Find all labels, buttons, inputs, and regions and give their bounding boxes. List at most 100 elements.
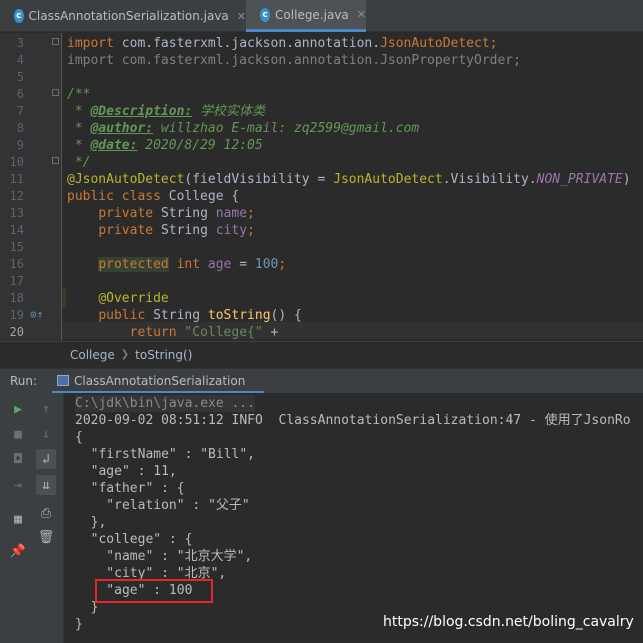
code-token: 100 [254, 257, 279, 272]
fold-marker-icon[interactable] [52, 38, 59, 45]
code-token: "College{" [184, 325, 263, 340]
tab-class-annotation-serialization[interactable]: c ClassAnnotationSerialization.java ✕ [0, 0, 246, 32]
code-line: import com.fasterxml.jackson.annotation.… [67, 35, 497, 52]
print-icon[interactable]: ⎙ [36, 503, 56, 523]
camera-icon[interactable]: ◘ [8, 449, 28, 469]
console-output[interactable]: C:\jdk\bin\java.exe ... 2020-09-02 08:51… [64, 393, 643, 643]
code-line: * @author: willzhao E-mail: zq2599@gmail… [67, 120, 419, 137]
override-method-icon[interactable]: ⊙↑ [30, 308, 43, 321]
code-line: /** [67, 86, 90, 103]
code-token: @Description: [90, 104, 193, 119]
watermark: https://blog.csdn.net/boling_cavalry [383, 614, 634, 630]
code-token: * [67, 104, 91, 119]
editor-tab-bar: c ClassAnnotationSerialization.java ✕ c … [0, 0, 643, 32]
breadcrumb-class[interactable]: College [70, 348, 115, 362]
pin-icon[interactable]: 📌 [8, 541, 28, 561]
run-label: Run: [10, 374, 38, 388]
run-tool-window-header: Run: ClassAnnotationSerialization [0, 368, 643, 394]
chevron-right-icon: ❯ [120, 349, 130, 360]
code-token: String [153, 308, 208, 323]
code-token: /** [67, 87, 91, 102]
code-line: * @date: 2020/8/29 12:05 [67, 137, 263, 154]
code-token: () { [270, 308, 302, 323]
code-editor[interactable]: ⊙↑ 3 4 5 6 7 8 9 10 11 12 13 14 15 16 17 18 19 20 import … [0, 33, 643, 341]
breadcrumb-method[interactable]: toString() [135, 348, 192, 362]
line-number: 17 [9, 274, 24, 288]
highlight-box [95, 579, 213, 603]
code-token: private [98, 223, 161, 238]
run-tab[interactable]: ClassAnnotationSerialization [52, 369, 264, 394]
java-class-icon: c [14, 9, 24, 23]
code-token: (fieldVisibility = [184, 172, 334, 187]
code-token: College { [168, 189, 240, 204]
java-class-icon: c [260, 7, 271, 22]
console-line: "father" : { [75, 481, 185, 496]
code-line: */ [67, 154, 91, 171]
change-marker [62, 288, 66, 308]
code-token: import [67, 36, 122, 51]
line-number: 6 [16, 87, 24, 101]
line-number: 16 [9, 257, 24, 271]
code-token: @author: [90, 121, 154, 136]
console-line: }, [75, 515, 107, 530]
code-token: @Override [98, 291, 169, 306]
code-line: protected int age = 100; [67, 256, 286, 273]
code-token: ; [247, 223, 255, 238]
code-token: return [129, 325, 185, 340]
console-line: "firstName" : "Bill", [75, 447, 256, 462]
code-token: JsonAutoDetect [380, 36, 490, 51]
code-line: @JsonAutoDetect(fieldVisibility = JsonAu… [67, 171, 631, 188]
arrow-down-icon[interactable]: ↓ [36, 424, 56, 444]
layout-icon[interactable]: ▦ [8, 509, 28, 529]
line-number: 15 [9, 240, 24, 254]
code-token: JsonAutoDetect [333, 172, 443, 187]
code-token: * [67, 138, 91, 153]
code-token: */ [67, 155, 91, 170]
code-line: * @Description: 学校实体类 [67, 103, 265, 120]
code-token: NON_PRIVATE [536, 172, 623, 187]
code-token: @date: [90, 138, 138, 153]
code-token: .Visibility. [442, 172, 537, 187]
console-icon [57, 375, 69, 386]
console-line: "college" : { [75, 532, 193, 547]
rerun-icon[interactable]: ▶ [8, 399, 28, 419]
code-token: protected [98, 257, 169, 272]
soft-wrap-icon[interactable]: ↲ [36, 449, 56, 469]
scroll-to-end-icon[interactable]: ⇊ [36, 475, 56, 495]
login-icon[interactable]: ⇥ [8, 475, 28, 495]
code-line: @Override [67, 290, 169, 307]
code-token: String [160, 223, 216, 238]
editor-gutter: ⊙↑ 3 4 5 6 7 8 9 10 11 12 13 14 15 16 17 18 19 20 [0, 33, 62, 341]
run-toolbar: ▶ ↑ ■ ↓ ◘ ↲ ⇥ ⇊ ⎙ ▦ 🗑 📌 [0, 393, 64, 643]
code-token: int [176, 257, 208, 272]
line-number: 3 [16, 36, 24, 50]
tab-college[interactable]: c College.java ✕ [246, 0, 366, 32]
code-token: = [231, 257, 255, 272]
stop-icon[interactable]: ■ [8, 424, 28, 444]
fold-marker-icon[interactable] [52, 89, 59, 96]
code-token: age [207, 257, 232, 272]
code-line: public class College { [67, 188, 239, 205]
tab-label: College.java [275, 7, 349, 22]
line-number: 19 [9, 308, 24, 322]
code-token: String [160, 206, 216, 221]
close-icon[interactable]: ✕ [357, 8, 366, 21]
code-line: public String toString() { [67, 307, 302, 324]
line-number: 18 [9, 291, 24, 305]
trash-icon[interactable]: 🗑 [36, 527, 56, 547]
line-number: 14 [9, 223, 24, 237]
console-line: } [75, 617, 83, 632]
line-number: 7 [16, 104, 24, 118]
close-icon[interactable]: ✕ [237, 10, 246, 23]
code-token: willzhao E-mail: zq2599@gmail.com [153, 121, 420, 136]
code-token: public class [67, 189, 169, 204]
fold-marker-icon[interactable] [52, 157, 59, 164]
arrow-up-icon[interactable]: ↑ [36, 399, 56, 419]
line-number: 12 [9, 189, 24, 203]
code-token: 学校实体类 [192, 104, 266, 119]
code-line: private String city; [67, 222, 255, 239]
